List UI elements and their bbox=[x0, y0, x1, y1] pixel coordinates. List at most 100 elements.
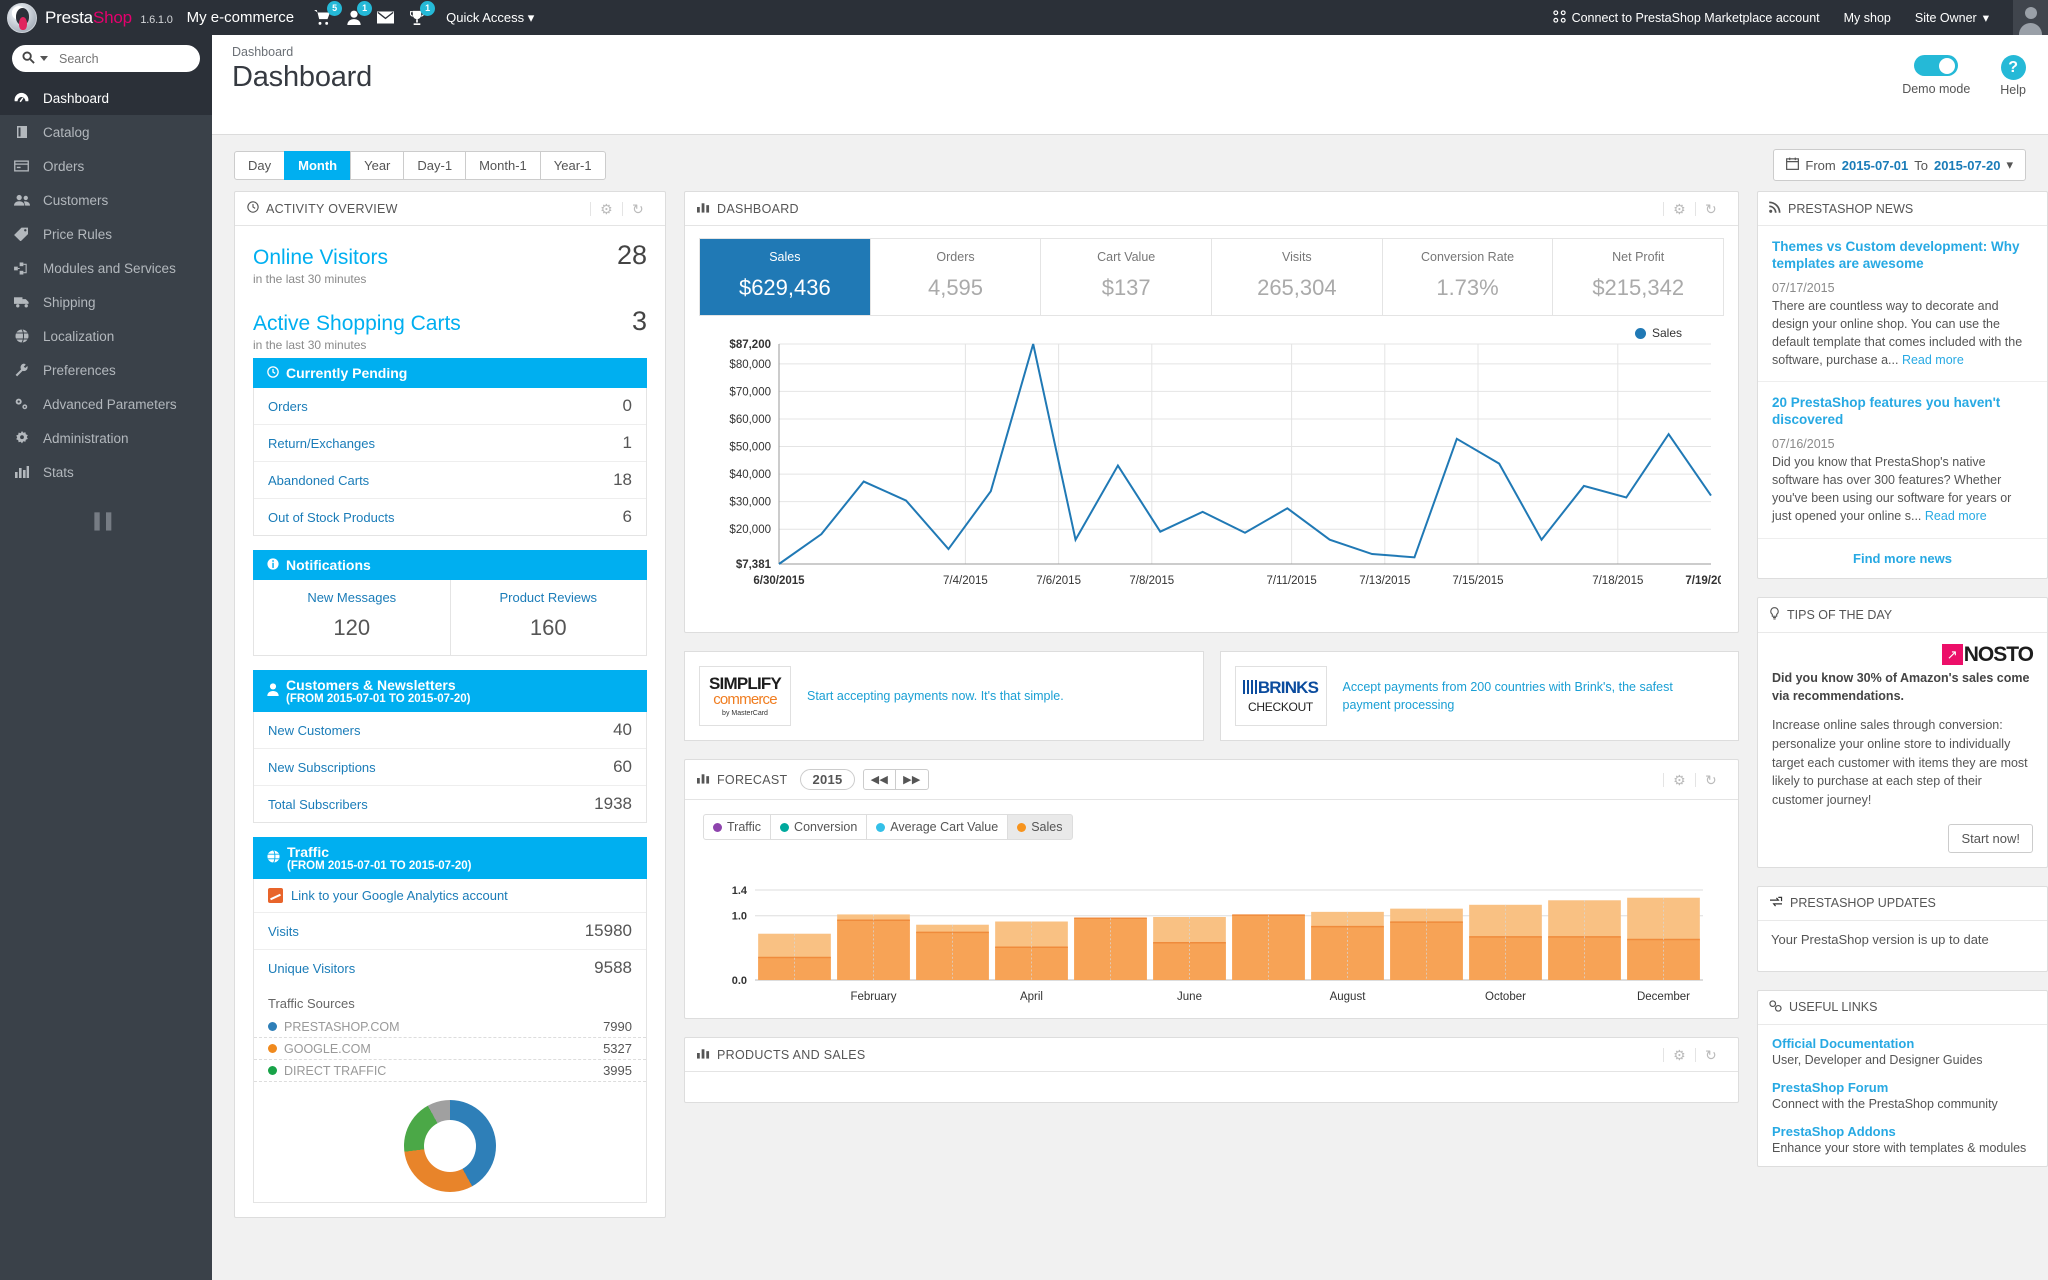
period-button-day-1[interactable]: Day-1 bbox=[403, 150, 467, 180]
next-year-button[interactable]: ▶▶ bbox=[895, 769, 929, 790]
list-item[interactable]: New Subscriptions 60 bbox=[254, 749, 646, 786]
prev-year-button[interactable]: ◀◀ bbox=[862, 769, 897, 790]
sidebar-item-dashboard[interactable]: Dashboard bbox=[0, 81, 212, 115]
list-item-label[interactable]: Abandoned Carts bbox=[268, 473, 369, 488]
list-item[interactable]: Out of Stock Products 6 bbox=[254, 499, 646, 535]
forecast-year[interactable]: 2015 bbox=[800, 769, 855, 790]
period-button-month[interactable]: Month bbox=[284, 150, 352, 180]
sidebar-item-shipping[interactable]: Shipping bbox=[0, 285, 212, 319]
refresh-icon[interactable]: ↻ bbox=[1694, 772, 1726, 787]
quick-access-menu[interactable]: Quick Access ▾ bbox=[446, 10, 534, 26]
useful-link-item[interactable]: Official Documentation User, Developer an… bbox=[1758, 1025, 2047, 1069]
list-item-label[interactable]: Unique Visitors bbox=[268, 961, 355, 976]
period-button-month-1[interactable]: Month-1 bbox=[465, 150, 541, 180]
trophy-icon[interactable]: 1 bbox=[410, 1, 436, 25]
forecast-legend-sales[interactable]: Sales bbox=[1007, 814, 1073, 840]
search-input[interactable] bbox=[59, 51, 220, 66]
shop-name[interactable]: My e-commerce bbox=[187, 9, 295, 26]
news-title[interactable]: Themes vs Custom development: Why templa… bbox=[1772, 239, 2033, 273]
gear-icon[interactable]: ⚙ bbox=[590, 201, 622, 216]
list-item-label[interactable]: New Subscriptions bbox=[268, 760, 376, 775]
period-button-day[interactable]: Day bbox=[234, 150, 286, 180]
forecast-legend-conversion[interactable]: Conversion bbox=[770, 814, 868, 840]
my-shop-link[interactable]: My shop bbox=[1844, 11, 1891, 25]
refresh-icon[interactable]: ↻ bbox=[1694, 1047, 1726, 1062]
gear-icon[interactable]: ⚙ bbox=[1663, 201, 1695, 216]
chevron-down-icon[interactable] bbox=[40, 56, 48, 61]
sidebar-item-preferences[interactable]: Preferences bbox=[0, 353, 212, 387]
active-carts-label[interactable]: Active Shopping Carts bbox=[253, 312, 461, 336]
period-button-year-1[interactable]: Year-1 bbox=[539, 150, 606, 180]
simplify-commerce-banner[interactable]: SIMPLIFY commerce by MasterCard Start ac… bbox=[684, 651, 1204, 741]
list-item-label[interactable]: New Customers bbox=[268, 723, 360, 738]
sidebar-item-customers[interactable]: Customers bbox=[0, 183, 212, 217]
brinks-checkout-text: Accept payments from 200 countries with … bbox=[1342, 679, 1673, 712]
help-button[interactable]: ? Help bbox=[2000, 55, 2026, 97]
list-item-label[interactable]: Visits bbox=[268, 924, 299, 939]
sidebar-item-advanced-parameters[interactable]: Advanced Parameters bbox=[0, 387, 212, 421]
notification-cell[interactable]: Product Reviews 160 bbox=[449, 580, 647, 655]
list-item-label[interactable]: Return/Exchanges bbox=[268, 436, 375, 451]
prestashop-logo[interactable] bbox=[4, 0, 39, 35]
forecast-legend-traffic[interactable]: Traffic bbox=[703, 814, 772, 840]
list-item[interactable]: Total Subscribers 1938 bbox=[254, 786, 646, 822]
useful-link-title[interactable]: PrestaShop Forum bbox=[1772, 1080, 2033, 1095]
cart-icon[interactable]: 5 bbox=[314, 1, 343, 25]
sidebar-item-stats[interactable]: Stats bbox=[0, 455, 212, 489]
sidebar-item-orders[interactable]: Orders bbox=[0, 149, 212, 183]
useful-link-desc: User, Developer and Designer Guides bbox=[1772, 1052, 1983, 1067]
pending-section: Currently Pending Orders 0 Return/Exchange… bbox=[235, 358, 665, 550]
sidebar-item-modules-and-services[interactable]: Modules and Services bbox=[0, 251, 212, 285]
list-item[interactable]: Return/Exchanges 1 bbox=[254, 425, 646, 462]
list-item[interactable]: New Customers 40 bbox=[254, 712, 646, 749]
list-item[interactable]: Orders 0 bbox=[254, 388, 646, 425]
marketplace-link[interactable]: Connect to PrestaShop Marketplace accoun… bbox=[1552, 9, 1820, 26]
useful-link-title[interactable]: Official Documentation bbox=[1772, 1036, 2033, 1051]
start-now-button[interactable]: Start now! bbox=[1948, 823, 2033, 853]
list-item[interactable]: Unique Visitors 9588 bbox=[254, 950, 646, 986]
sidebar-item-price-rules[interactable]: Price Rules bbox=[0, 217, 212, 251]
google-analytics-row[interactable]: Link to your Google Analytics account bbox=[254, 879, 646, 913]
demo-mode-toggle[interactable]: Demo mode bbox=[1902, 55, 1970, 96]
avatar[interactable] bbox=[2013, 0, 2048, 35]
sidebar-item-localization[interactable]: Localization bbox=[0, 319, 212, 353]
refresh-icon[interactable]: ↻ bbox=[621, 201, 653, 216]
source-color-dot bbox=[268, 1066, 277, 1075]
list-item-label[interactable]: Out of Stock Products bbox=[268, 510, 394, 525]
gear-icon[interactable]: ⚙ bbox=[1663, 772, 1695, 787]
kpi-cart-value[interactable]: Cart Value $137 bbox=[1040, 239, 1211, 315]
kpi-net-profit[interactable]: Net Profit $215,342 bbox=[1552, 239, 1723, 315]
customers-icon[interactable]: 1 bbox=[347, 1, 373, 25]
date-range-picker[interactable]: From 2015-07-01 To 2015-07-20 ▾ bbox=[1773, 149, 2026, 181]
read-more-link[interactable]: Read more bbox=[1902, 353, 1964, 367]
sidebar-item-administration[interactable]: Administration bbox=[0, 421, 212, 455]
useful-link-item[interactable]: PrestaShop Forum Connect with the PrestaS… bbox=[1758, 1069, 2047, 1113]
useful-link-title[interactable]: PrestaShop Addons bbox=[1772, 1124, 2033, 1139]
notification-cell[interactable]: New Messages 120 bbox=[254, 580, 450, 655]
refresh-icon[interactable]: ↻ bbox=[1694, 201, 1726, 216]
kpi-orders[interactable]: Orders 4,595 bbox=[869, 239, 1041, 315]
brinks-checkout-banner[interactable]: BRINKS CHECKOUT Accept payments from 200… bbox=[1219, 651, 1739, 741]
online-visitors-label[interactable]: Online Visitors bbox=[253, 246, 388, 270]
google-analytics-link[interactable]: Link to your Google Analytics account bbox=[291, 888, 508, 903]
kpi-sales[interactable]: Sales $629,436 bbox=[700, 239, 870, 315]
toggle-switch[interactable] bbox=[1914, 55, 1959, 76]
kpi-conversion-rate[interactable]: Conversion Rate 1.73% bbox=[1381, 239, 1553, 315]
list-item-label[interactable]: Orders bbox=[268, 399, 308, 414]
list-item-label[interactable]: Total Subscribers bbox=[268, 797, 368, 812]
gear-icon[interactable]: ⚙ bbox=[1663, 1047, 1695, 1062]
sidebar-item-catalog[interactable]: Catalog bbox=[0, 115, 212, 149]
news-title[interactable]: 20 PrestaShop features you haven't disco… bbox=[1772, 395, 2033, 429]
forecast-legend-average-cart-value[interactable]: Average Cart Value bbox=[866, 814, 1009, 840]
site-owner-menu[interactable]: Site Owner ▾ bbox=[1915, 10, 1989, 26]
sidebar-collapse-handle[interactable]: ▌▌ bbox=[0, 513, 212, 530]
svg-text:7/6/2015: 7/6/2015 bbox=[1036, 575, 1081, 587]
useful-link-item[interactable]: PrestaShop Addons Enhance your store with… bbox=[1758, 1113, 2047, 1157]
period-button-year[interactable]: Year bbox=[350, 150, 405, 180]
kpi-visits[interactable]: Visits 265,304 bbox=[1211, 239, 1382, 315]
list-item[interactable]: Visits 15980 bbox=[254, 913, 646, 950]
list-item[interactable]: Abandoned Carts 18 bbox=[254, 462, 646, 499]
read-more-link[interactable]: Read more bbox=[1925, 509, 1987, 523]
find-more-news-link[interactable]: Find more news bbox=[1758, 537, 2047, 578]
messages-icon[interactable] bbox=[377, 11, 395, 24]
